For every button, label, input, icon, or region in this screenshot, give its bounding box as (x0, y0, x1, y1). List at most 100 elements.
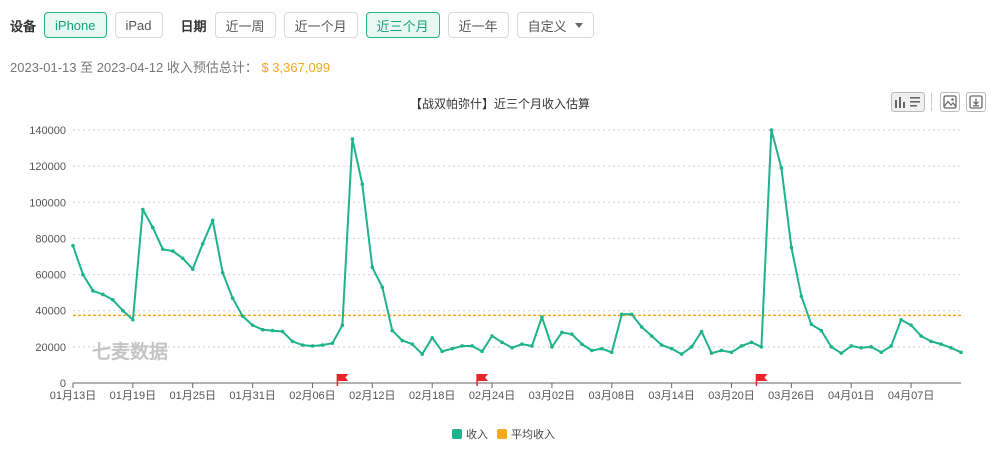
data-point (131, 317, 135, 322)
data-point (749, 340, 754, 345)
y-tick-label: 0 (60, 378, 66, 390)
data-point (809, 322, 814, 327)
data-point (699, 329, 704, 334)
data-point (869, 345, 874, 349)
data-point (689, 345, 694, 349)
data-point (859, 345, 864, 350)
data-point (929, 339, 933, 344)
data-point (819, 328, 824, 333)
x-tick-label: 01月19日 (110, 390, 156, 402)
data-point (590, 348, 594, 353)
data-point (570, 332, 574, 337)
data-point (160, 247, 165, 252)
data-point (639, 325, 644, 329)
data-point (629, 312, 634, 317)
data-point (550, 345, 554, 349)
x-tick-label: 03月26日 (768, 390, 814, 402)
x-tick-label: 01月25日 (169, 390, 215, 402)
data-point (669, 346, 674, 351)
data-point (659, 343, 664, 347)
data-point (290, 339, 295, 344)
y-tick-label: 20000 (35, 342, 66, 354)
x-tick-label: 04月01日 (828, 390, 874, 402)
data-point (380, 285, 385, 290)
event-flag-icon (755, 374, 768, 386)
data-point (170, 249, 175, 253)
data-point (709, 351, 714, 355)
data-point (769, 128, 774, 132)
revenue-line (72, 129, 962, 356)
data-point (739, 344, 744, 348)
data-point (779, 166, 784, 170)
flag-cloth (756, 374, 768, 381)
data-point (959, 350, 963, 355)
x-tick-label: 02月18日 (409, 390, 455, 402)
data-point (530, 344, 534, 348)
data-point (81, 272, 85, 277)
flag-cloth (337, 374, 349, 381)
x-tick-label: 03月14日 (648, 390, 694, 402)
chart-legend: 收入 平均收入 (452, 427, 555, 441)
data-point (619, 312, 624, 317)
data-point (729, 350, 734, 355)
watermark: 七麦数据 (92, 340, 168, 363)
x-tick-label: 01月31日 (229, 390, 275, 402)
data-point (909, 323, 913, 327)
data-point (200, 242, 205, 246)
data-point (889, 344, 893, 348)
data-point (210, 218, 215, 223)
data-point (270, 328, 275, 333)
data-point (410, 342, 415, 346)
data-point (121, 308, 125, 313)
data-point (430, 336, 434, 340)
data-point (839, 351, 844, 355)
data-point (390, 328, 395, 333)
data-point (240, 314, 245, 318)
data-point (220, 270, 225, 275)
y-tick-label: 80000 (35, 233, 66, 245)
data-point (340, 323, 345, 327)
data-point (300, 343, 305, 347)
y-tick-label: 100000 (29, 197, 66, 209)
data-point (440, 349, 444, 354)
data-point (719, 348, 724, 353)
data-point (879, 350, 883, 355)
data-point (540, 315, 544, 319)
data-point (360, 182, 365, 187)
data-point (759, 345, 764, 349)
data-point (849, 344, 854, 348)
legend-label: 收入 (466, 427, 488, 441)
data-point (600, 346, 604, 351)
x-tick-label: 02月06日 (289, 390, 335, 402)
data-point (141, 207, 145, 212)
data-point (789, 245, 794, 250)
data-point (400, 338, 405, 343)
x-tick-label: 03月08日 (589, 390, 635, 402)
x-tick-label: 03月02日 (529, 390, 575, 402)
data-point (330, 341, 335, 346)
data-point (490, 334, 494, 338)
data-point (949, 345, 953, 350)
data-point (320, 343, 325, 347)
revenue-chart: 020000400006000080000100000120000140000 … (29, 125, 963, 441)
y-tick-label: 60000 (35, 270, 66, 282)
flag-cloth (477, 374, 489, 381)
data-point (799, 294, 804, 299)
y-tick-label: 40000 (35, 306, 66, 318)
x-tick-label: 02月12日 (349, 390, 395, 402)
data-point (679, 352, 684, 356)
legend-swatch (497, 429, 507, 439)
y-axis: 0 20000 40000 60000 80000 100000 120000 140000 (29, 125, 66, 390)
data-point (609, 350, 614, 355)
event-markers (336, 374, 768, 386)
data-point (190, 267, 195, 271)
data-point (560, 330, 564, 335)
x-tick-label: 02月24日 (469, 390, 515, 402)
data-point (101, 292, 105, 297)
data-point (180, 256, 185, 261)
chart-grid (73, 129, 961, 348)
data-point (420, 352, 425, 356)
x-tick-label: 04月07日 (888, 390, 934, 402)
data-point (510, 345, 514, 350)
data-point (829, 345, 834, 349)
